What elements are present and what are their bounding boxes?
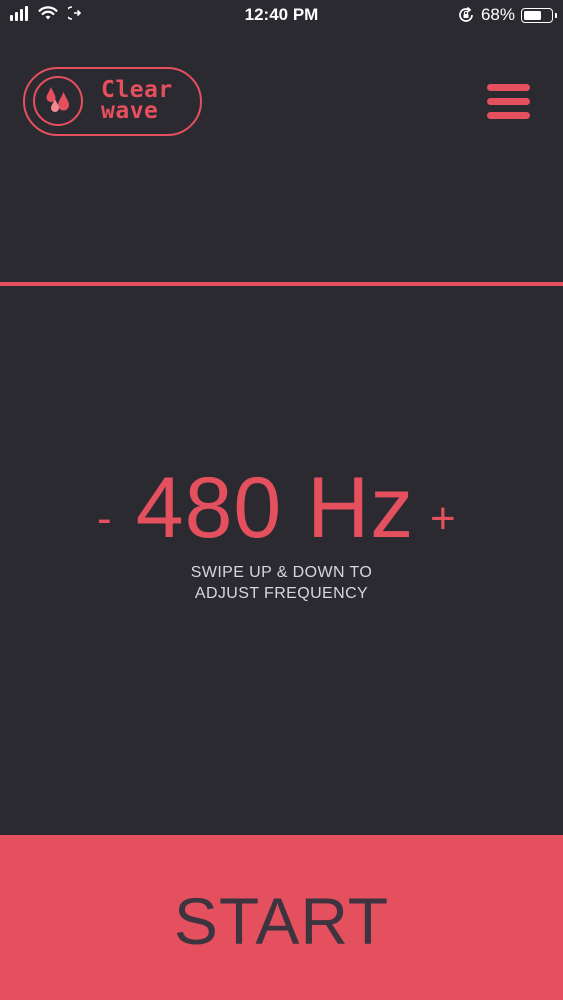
battery-level-fill xyxy=(524,10,541,20)
start-button[interactable]: START xyxy=(0,835,563,1000)
swipe-hint: SWIPE UP & DOWN TO ADJUST FREQUENCY xyxy=(0,562,563,604)
status-bar: 12:40 PM 68% xyxy=(0,0,563,32)
decrease-frequency-button[interactable]: - xyxy=(97,497,112,541)
logo-line-2: wave xyxy=(101,98,159,124)
battery-icon xyxy=(521,7,557,23)
increase-frequency-button[interactable]: + xyxy=(430,497,456,541)
battery-percent: 68% xyxy=(480,5,515,24)
swipe-hint-line-1: SWIPE UP & DOWN TO xyxy=(190,564,373,581)
logo-wordmark: Clear wave xyxy=(101,79,173,124)
water-drops-icon xyxy=(46,87,69,112)
frequency-control[interactable]: - 480 Hz + xyxy=(0,458,563,558)
orientation-lock-icon xyxy=(459,6,473,22)
frequency-indicator-line xyxy=(0,282,563,286)
frequency-value: 480 Hz xyxy=(135,460,415,556)
start-button-label: START xyxy=(173,883,390,958)
menu-button[interactable] xyxy=(487,84,530,120)
logo-badge xyxy=(33,76,83,126)
app-logo: Clear wave xyxy=(23,67,202,136)
swipe-hint-line-2: ADJUST FREQUENCY xyxy=(194,585,369,602)
status-right: 68% xyxy=(457,5,557,25)
